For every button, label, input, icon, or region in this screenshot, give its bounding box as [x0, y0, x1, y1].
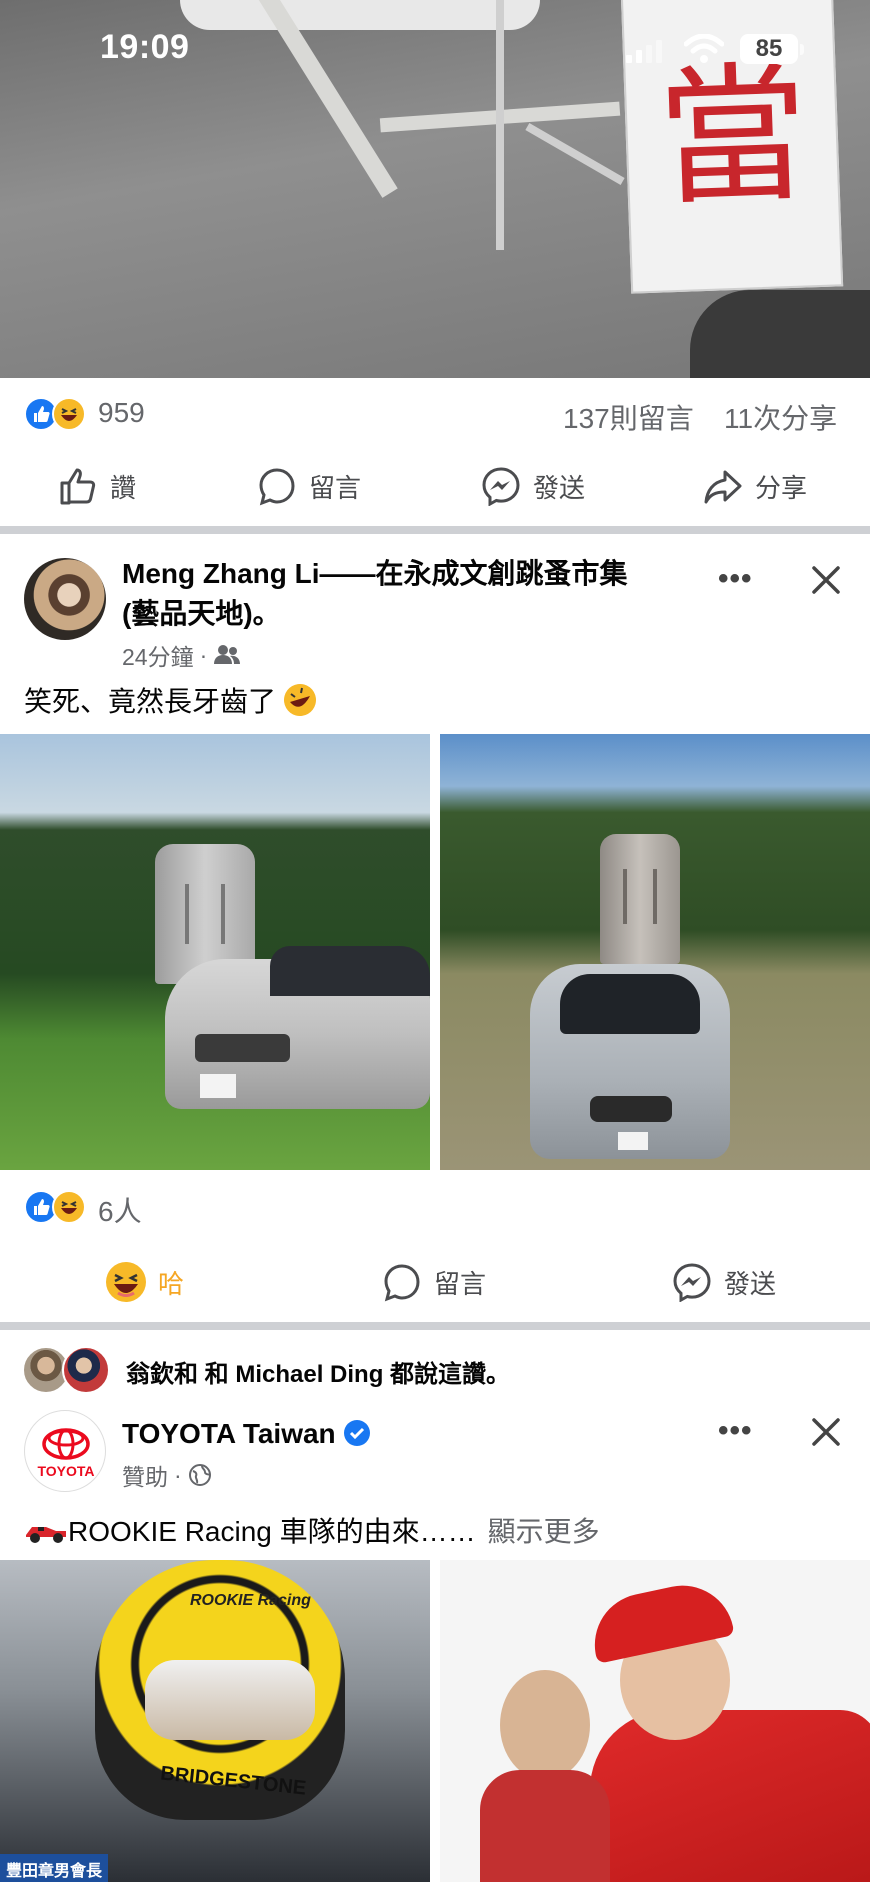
- send-button[interactable]: 發送: [672, 1242, 776, 1322]
- like-button[interactable]: 讚: [58, 446, 136, 526]
- status-time: 19:09: [100, 28, 190, 66]
- comment-icon: [259, 468, 295, 506]
- helmet-visor: [145, 1660, 315, 1740]
- rofl-emoji-icon: [284, 684, 317, 716]
- more-options-button[interactable]: •••: [718, 562, 753, 596]
- haha-reaction-icon: [52, 1190, 86, 1224]
- shares-count[interactable]: 11次分享: [724, 397, 837, 437]
- haha-label: 哈: [158, 1268, 185, 1299]
- reactions-count: 959: [98, 397, 145, 428]
- comment-label: 留言: [434, 1268, 487, 1299]
- tire: [690, 290, 870, 378]
- author-name[interactable]: Meng Zhang Li——在永成文創跳蚤市集: [122, 554, 702, 594]
- sign-stand: [525, 123, 625, 185]
- comment-icon: [384, 1264, 420, 1302]
- comment-button[interactable]: 留言: [257, 446, 361, 526]
- messenger-icon: [482, 467, 520, 506]
- post-photo-right[interactable]: [440, 734, 870, 1170]
- haha-reaction-icon: [52, 397, 86, 431]
- battery-indicator: 85: [740, 34, 798, 64]
- send-label: 發送: [724, 1268, 777, 1299]
- post-time[interactable]: 24分鐘: [122, 638, 194, 672]
- post-text: 笑死、竟然長牙齒了: [24, 680, 318, 720]
- post-action-bar: 哈 留言 發送: [0, 1242, 870, 1322]
- see-more-link[interactable]: 顯示更多: [488, 1510, 600, 1550]
- haha-button[interactable]: 哈: [106, 1242, 184, 1322]
- verified-badge-icon: [343, 1420, 370, 1446]
- battery-tip: [800, 44, 804, 55]
- person-glasses: [500, 1670, 590, 1780]
- messenger-icon: [673, 1263, 711, 1302]
- post-text: ROOKIE Racing 車隊的由來…… 顯示更多: [24, 1510, 600, 1550]
- toyota-avatar[interactable]: TOYOTA: [24, 1410, 106, 1492]
- post-photo-left[interactable]: [0, 734, 430, 1170]
- thumbs-up-icon: [60, 468, 96, 505]
- close-icon[interactable]: [806, 560, 846, 600]
- meta-dot: ·: [199, 641, 208, 668]
- close-icon[interactable]: [806, 1412, 846, 1452]
- reaction-icons: [24, 1190, 86, 1224]
- car-windshield: [270, 946, 430, 996]
- post-photo-right[interactable]: [440, 1560, 870, 1882]
- reaction-summary[interactable]: 6人: [0, 1190, 870, 1230]
- race-car-emoji-icon: [26, 1527, 66, 1543]
- share-button[interactable]: 分享: [703, 446, 807, 526]
- share-label: 分享: [755, 472, 808, 503]
- send-label: 發送: [533, 472, 586, 503]
- globe-icon: [188, 1464, 211, 1486]
- friends-audience-icon: [214, 645, 241, 664]
- toyota-logo-text: TOYOTA: [37, 1463, 95, 1479]
- person-dark-suit: [480, 1770, 610, 1882]
- moai-face: [623, 869, 657, 924]
- car-plate: [200, 1074, 236, 1098]
- status-bar: 19:09 85: [0, 0, 870, 100]
- comment-button[interactable]: 留言: [382, 1242, 486, 1322]
- post-photo-left[interactable]: ROOKIE Racing BRIDGESTONE 豐田章男會長: [0, 1560, 430, 1882]
- author-name-text: TOYOTA Taiwan: [122, 1418, 336, 1449]
- reaction-icons: [24, 397, 86, 431]
- reaction-summary[interactable]: 959 137則留言 11次分享: [0, 385, 870, 445]
- post-action-bar: 讚 留言 發送 分享: [0, 446, 870, 526]
- author-name[interactable]: TOYOTA Taiwan: [122, 1414, 370, 1454]
- post-divider: [0, 1322, 870, 1330]
- sponsored-label[interactable]: 贊助: [122, 1458, 168, 1492]
- haha-icon: [106, 1262, 146, 1302]
- photo-caption: 豐田章男會長: [0, 1854, 109, 1882]
- author-location[interactable]: (藝品天地)。: [122, 594, 281, 634]
- person-red-suit: [590, 1710, 870, 1882]
- wifi-icon: [683, 33, 725, 69]
- comments-count[interactable]: 137則留言: [563, 397, 694, 437]
- helmet-text: ROOKIE Racing: [190, 1592, 311, 1609]
- friend-avatar: [62, 1346, 110, 1394]
- post-meta: 贊助 ·: [122, 1458, 212, 1492]
- post-text-content: ROOKIE Racing 車隊的由來……: [68, 1516, 476, 1547]
- post-text-content: 笑死、竟然長牙齒了: [24, 686, 277, 717]
- post-divider: [0, 526, 870, 534]
- reactions-count: 6人: [98, 1196, 142, 1227]
- send-button[interactable]: 發送: [481, 446, 585, 526]
- car-grille: [590, 1096, 672, 1122]
- author-avatar[interactable]: [24, 558, 106, 640]
- liked-by-text[interactable]: 翁欽和 和 Michael Ding 都說這讚。: [126, 1354, 510, 1389]
- share-arrow-icon: [704, 470, 742, 504]
- moai-face: [185, 884, 225, 944]
- more-options-button[interactable]: •••: [718, 1414, 753, 1448]
- car-windshield: [560, 974, 700, 1034]
- friend-avatars[interactable]: [22, 1346, 110, 1394]
- car-plate: [618, 1132, 648, 1150]
- like-label: 讚: [110, 472, 137, 503]
- toyota-logo-icon: [42, 1428, 90, 1460]
- car-grille: [195, 1034, 290, 1062]
- comment-label: 留言: [309, 472, 362, 503]
- meta-dot: ·: [174, 1461, 182, 1488]
- cellular-signal-icon: [626, 40, 662, 63]
- post-meta: 24分鐘 ·: [122, 638, 241, 672]
